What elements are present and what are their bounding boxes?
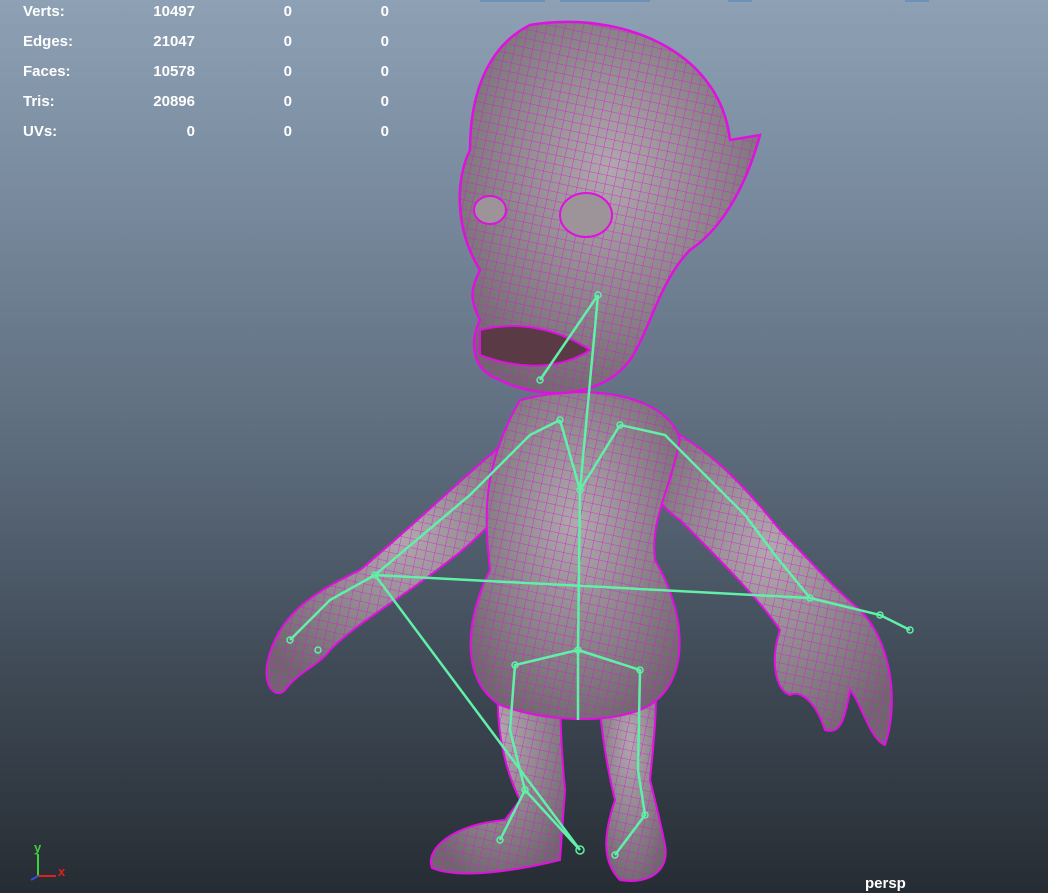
hud-value: 0 (380, 3, 389, 20)
camera-name-label: persp (865, 875, 906, 892)
hud-label: Verts: (23, 3, 65, 20)
hud-value: 0 (380, 123, 389, 140)
axis-x-label: x (58, 864, 66, 879)
poly-count-hud: Verts: 10497 0 0 Edges: 21047 0 0 Faces:… (0, 0, 420, 150)
hud-label: UVs: (23, 123, 58, 140)
hud-value: 0 (283, 123, 292, 140)
hud-value: 0 (380, 93, 389, 110)
eye-right (559, 192, 613, 238)
hud-value: 10497 (153, 3, 195, 20)
hud-value: 0 (380, 33, 389, 50)
view-axis-indicator: y x (24, 840, 74, 885)
hud-row-uvs: UVs: 0 0 0 (0, 123, 420, 143)
hud-value: 0 (283, 33, 292, 50)
hud-label: Tris: (23, 93, 55, 110)
eye-left (473, 195, 507, 225)
axis-gizmo-icon (30, 854, 56, 881)
hud-value: 0 (283, 63, 292, 80)
hud-label: Edges: (23, 33, 74, 50)
hud-row-faces: Faces: 10578 0 0 (0, 63, 420, 83)
hud-value: 0 (283, 3, 292, 20)
hud-row-tris: Tris: 20896 0 0 (0, 93, 420, 113)
character-mesh[interactable] (265, 20, 893, 882)
torso-wire (470, 392, 680, 720)
hud-row-verts: Verts: 10497 0 0 (0, 3, 420, 23)
hud-value: 0 (283, 93, 292, 110)
hud-label: Faces: (23, 63, 71, 80)
hud-value: 20896 (153, 93, 195, 110)
hud-value: 21047 (153, 33, 195, 50)
hud-value: 0 (186, 123, 195, 140)
hud-row-edges: Edges: 21047 0 0 (0, 33, 420, 53)
hud-value: 0 (380, 63, 389, 80)
hud-value: 10578 (153, 63, 195, 80)
axis-y-label: y (34, 840, 42, 855)
right-arm-wire (646, 420, 892, 745)
